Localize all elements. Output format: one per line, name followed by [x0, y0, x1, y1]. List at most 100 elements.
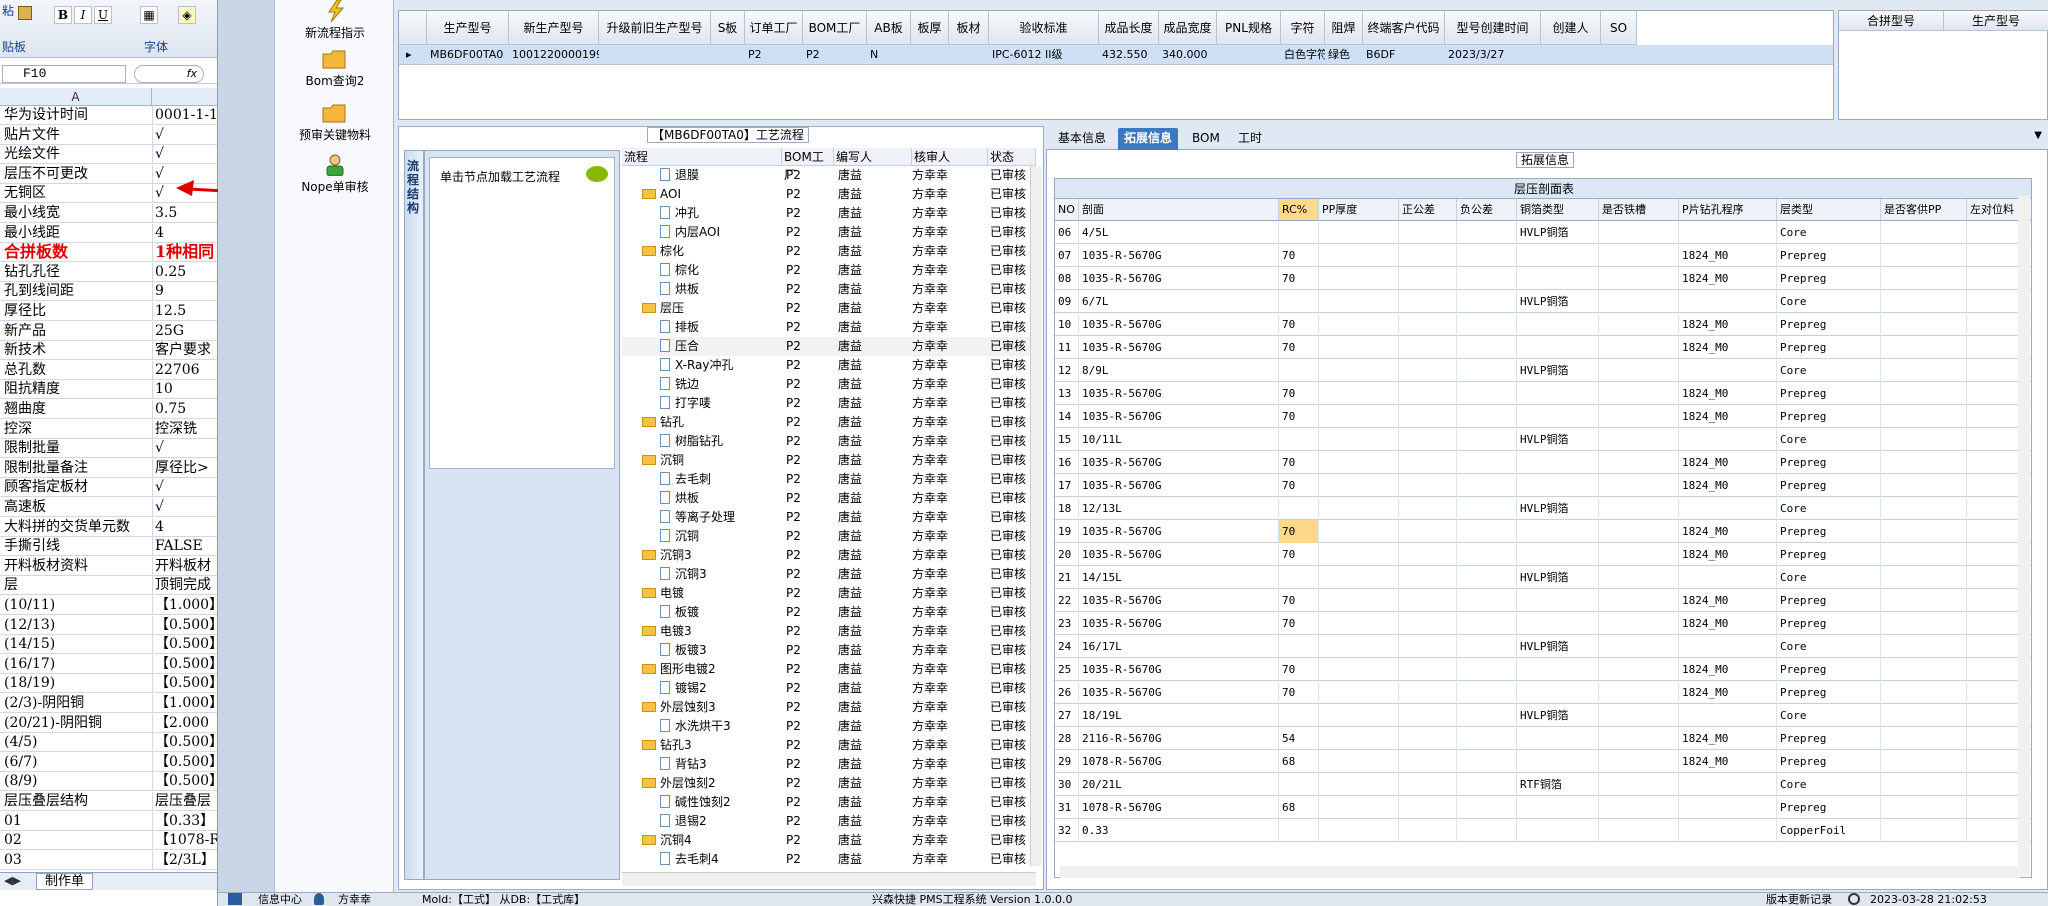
tree-node[interactable]: 棕化 P2 唐益 方幸幸 已审核 [622, 261, 1036, 280]
grid-header[interactable]: 终端客户代码 [1363, 11, 1445, 45]
cell-b[interactable]: 【1078-R [152, 831, 217, 850]
grid-cell[interactable] [1601, 45, 1637, 65]
tree-node[interactable]: 树脂钻孔 P2 唐益 方幸幸 已审核 [622, 432, 1036, 451]
cell-b[interactable]: 0.25 [152, 262, 217, 281]
cell-b[interactable]: 层压叠层 [152, 792, 217, 810]
cell-a[interactable]: 光绘文件 [4, 145, 152, 163]
bold-button[interactable]: B [54, 6, 72, 24]
cell-b[interactable]: √ [152, 498, 217, 516]
cell-b[interactable]: √ [152, 164, 217, 183]
cell-b[interactable]: 0001-1-1 [152, 106, 217, 124]
cell-a[interactable]: (14/15) [4, 635, 152, 653]
italic-button[interactable]: I [74, 6, 92, 24]
grid-cell[interactable]: 2023/3/27 [1445, 45, 1541, 65]
nav-item-pre-review[interactable]: 预审关键物料 [275, 102, 395, 143]
cell-b[interactable]: 3.5 [152, 204, 217, 222]
load-process-box[interactable]: 单击节点加载工艺流程 [429, 157, 615, 469]
tree-node[interactable]: 烘板 P2 唐益 方幸幸 已审核 [622, 489, 1036, 508]
tree-node[interactable]: 冲孔 P2 唐益 方幸幸 已审核 [622, 204, 1036, 223]
grid-header[interactable]: PNL规格 [1217, 11, 1281, 45]
process-tree[interactable]: 流程 BOM工厂 编写人 核审人 状态 退膜 P2 唐益 方幸幸 已审核 AOI P2 唐益 方幸幸 已审核… [622, 148, 1036, 870]
grid-cell[interactable]: 340.000 [1159, 45, 1217, 65]
cell-a[interactable]: 层压叠层结构 [4, 792, 152, 810]
cell-a[interactable]: (18/19) [4, 674, 152, 692]
grid-header[interactable]: BOM工厂 [803, 11, 867, 45]
tab-2[interactable]: BOM [1186, 128, 1226, 150]
layer-table-horizontal-scrollbar[interactable] [1060, 866, 2020, 878]
cell-a[interactable]: 阻抗精度 [4, 380, 152, 398]
tree-node[interactable]: 板镀3 P2 唐益 方幸幸 已审核 [622, 641, 1036, 660]
cell-a[interactable]: 高速板 [4, 498, 152, 516]
cell-b[interactable]: 【1.000】 [152, 596, 217, 614]
cell-b[interactable]: 【1.000】 [152, 694, 217, 712]
tree-vertical-scrollbar[interactable] [1030, 166, 1042, 866]
tree-node[interactable]: 等离子处理 P2 唐益 方幸幸 已审核 [622, 508, 1036, 527]
cell-a[interactable]: 大料拼的交货单元数 [4, 518, 152, 536]
cell-a[interactable]: 新技术 [4, 341, 152, 359]
cell-b[interactable]: 【0.33】 [152, 811, 217, 830]
grid-cell[interactable]: P2 [803, 45, 867, 65]
grid-cell[interactable]: MB6DF00TA0 [427, 45, 509, 65]
cell-a[interactable]: 限制批量备注 [4, 459, 152, 477]
layer-table-row[interactable]: 14 1035-R-5670G 70 1824_M0 Prepreg [1055, 405, 2031, 428]
status-item[interactable]: 信息中心 [258, 893, 302, 906]
cell-b[interactable]: 【0.500】 [152, 674, 217, 693]
grid-row-selected[interactable]: ▸MB6DF00TA010012200001995P2P2NIPC-6012 I… [399, 45, 1833, 65]
layer-table-header[interactable]: PP厚度 [1319, 199, 1399, 221]
tree-node[interactable]: 外层蚀刻2 P2 唐益 方幸幸 已审核 [622, 774, 1036, 793]
cell-a[interactable]: 02 [4, 831, 152, 849]
layer-table-row[interactable]: 24 16/17L HVLP铜箔 Core [1055, 635, 2031, 658]
sheet-tab[interactable]: 制作单 [36, 873, 94, 890]
cell-b[interactable]: √ [152, 184, 217, 203]
tree-header[interactable]: 编写人 [834, 148, 912, 166]
grid-cell[interactable]: 432.550 [1099, 45, 1159, 65]
grid-cell[interactable]: B6DF [1363, 45, 1445, 65]
layer-table-header[interactable]: NO [1055, 199, 1079, 221]
grid-header[interactable]: 订单工厂 [745, 11, 803, 45]
layer-table-row[interactable]: 08 1035-R-5670G 70 1824_M0 Prepreg [1055, 267, 2031, 290]
layer-table-row[interactable]: 12 8/9L HVLP铜箔 Core [1055, 359, 2031, 382]
underline-button[interactable]: U [94, 6, 112, 24]
cell-b[interactable]: 客户要求 [152, 341, 217, 360]
border-icon[interactable]: ▦ [140, 6, 158, 24]
layer-table-row[interactable]: 09 6/7L HVLP铜箔 Core [1055, 290, 2031, 313]
grid-cell[interactable]: 10012200001995 [509, 45, 599, 65]
tree-node[interactable]: 沉铜 P2 唐益 方幸幸 已审核 [622, 451, 1036, 470]
grid-header[interactable]: 成品宽度 [1159, 11, 1217, 45]
grid-header[interactable]: 创建人 [1541, 11, 1601, 45]
cell-a[interactable]: 01 [4, 812, 152, 830]
grid-header[interactable]: AB板 [867, 11, 911, 45]
name-box[interactable]: F10 [2, 65, 126, 83]
cell-a[interactable]: 华为设计时间 [4, 106, 152, 124]
grid-header[interactable]: 型号创建时间 [1445, 11, 1541, 45]
paste-label[interactable]: 粘 [2, 2, 14, 19]
tree-header[interactable]: 流程 [622, 148, 782, 166]
chat-bubble-icon[interactable] [586, 166, 608, 182]
tree-node[interactable]: 沉铜3 P2 唐益 方幸幸 已审核 [622, 565, 1036, 584]
layer-table-row[interactable]: 22 1035-R-5670G 70 1824_M0 Prepreg [1055, 589, 2031, 612]
grid-cell[interactable]: IPC-6012 II级 [989, 45, 1099, 65]
grid-header[interactable]: 升级前旧生产型号 [599, 11, 711, 45]
tree-header[interactable]: 状态 [988, 148, 1036, 166]
cell-b[interactable]: 开料板材 [152, 556, 217, 575]
layer-table-row[interactable]: 06 4/5L HVLP铜箔 Core [1055, 221, 2031, 244]
tree-node[interactable]: 沉铜3 P2 唐益 方幸幸 已审核 [622, 546, 1036, 565]
layer-table-row[interactable]: 29 1078-R-5670G 68 1824_M0 Prepreg [1055, 750, 2031, 773]
tree-node[interactable]: 钻孔 P2 唐益 方幸幸 已审核 [622, 413, 1036, 432]
tree-node[interactable]: 钻孔3 P2 唐益 方幸幸 已审核 [622, 736, 1036, 755]
cell-b[interactable]: 【0.500】 [152, 772, 217, 791]
nav-item-nope-review[interactable]: Nope单审核 [275, 154, 395, 195]
cell-b[interactable]: 【0.500】 [152, 635, 217, 654]
layer-table-row[interactable]: 17 1035-R-5670G 70 1824_M0 Prepreg [1055, 474, 2031, 497]
column-a-header[interactable]: A [0, 88, 152, 106]
cell-a[interactable]: 顾客指定板材 [4, 478, 152, 496]
tree-horizontal-scrollbar[interactable] [622, 872, 1036, 886]
cell-b[interactable]: 9 [152, 282, 217, 301]
layer-table-header[interactable]: 剖面 [1079, 199, 1279, 221]
format-painter-icon[interactable] [18, 6, 32, 20]
sheet-grid[interactable]: 华为设计时间 0001-1-1 贴片文件 √ 光绘文件 √ 层压不可更改 √ 无铜区 √ 最小线宽 3… [0, 106, 217, 872]
cell-a[interactable]: (20/21)-阴阳铜 [4, 714, 152, 732]
tree-node[interactable]: 棕化 P2 唐益 方幸幸 已审核 [622, 242, 1036, 261]
cell-a[interactable]: 手撕引线 [4, 537, 152, 555]
tree-node[interactable]: 电镀 P2 唐益 方幸幸 已审核 [622, 584, 1036, 603]
